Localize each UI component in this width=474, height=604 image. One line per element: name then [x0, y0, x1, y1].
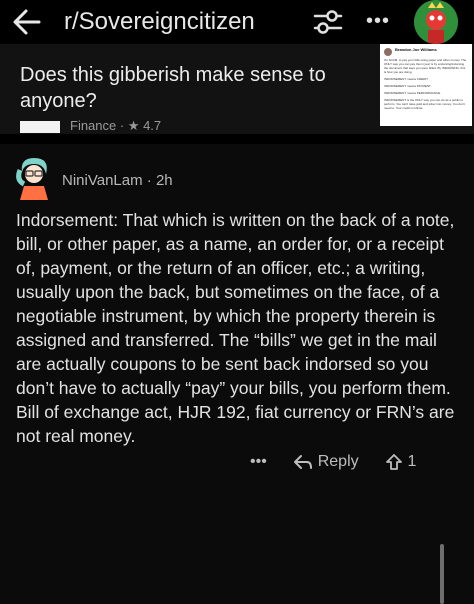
more-horizontal-icon[interactable]: •••: [366, 10, 390, 33]
subreddit-title[interactable]: r/Sovereigncitizen: [64, 8, 255, 36]
thumbnail-author: Brandon Joe Williams: [395, 47, 437, 52]
meta-separator: ·: [146, 172, 152, 189]
thumbnail-line: INDORSEMENT means CREDIT.: [384, 77, 429, 81]
thumbnail-line: It's SCAM, to pay your bills using paper…: [384, 58, 467, 74]
thumbnail-line: INDORSEMENT is the ONLY way you can do a…: [384, 98, 465, 110]
arrow-left-icon[interactable]: [12, 8, 42, 36]
thumbnail-avatar-icon: [384, 48, 392, 56]
post-title[interactable]: Does this gibberish make sense to anyone…: [20, 62, 370, 114]
thumbnail-line: INDORSEMENT means PERFORMANCE.: [384, 91, 441, 95]
post-thumbnail[interactable]: Brandon Joe Williams It's SCAM, to pay y…: [380, 44, 472, 126]
app-badge-icon: [20, 120, 60, 133]
comment-actions: ••• Reply 1: [250, 453, 416, 473]
post-meta: Finance · ★ 4.7: [20, 118, 380, 134]
pinned-post-card[interactable]: Does this gibberish make sense to anyone…: [0, 44, 474, 134]
thumbnail-line: INDORSEMENT means PAYMENT.: [384, 84, 432, 88]
commenter-avatar[interactable]: [14, 154, 54, 200]
thumbnail-text: It's SCAM, to pay your bills using paper…: [384, 58, 468, 110]
user-avatar[interactable]: [414, 0, 458, 44]
avatar-illustration-icon: [414, 0, 458, 44]
reply-button[interactable]: Reply: [318, 453, 359, 470]
reply-icon[interactable]: [293, 454, 313, 470]
section-divider: [0, 134, 474, 144]
top-bar: r/Sovereigncitizen •••: [0, 0, 474, 44]
upvote-icon[interactable]: [385, 453, 403, 471]
comment: NiniVanLam · 2h Indorsement: That which …: [0, 144, 474, 604]
post-meta-text: Finance · ★ 4.7: [70, 118, 162, 133]
scrollbar[interactable]: [440, 544, 444, 604]
comment-more-icon[interactable]: •••: [250, 453, 267, 470]
comment-body: Indorsement: That which is written on th…: [16, 210, 455, 446]
comment-author[interactable]: NiniVanLam: [62, 172, 143, 189]
comment-author-line: NiniVanLam · 2h: [62, 172, 173, 189]
comment-age: 2h: [155, 172, 173, 189]
sliders-icon[interactable]: [312, 8, 344, 36]
vote-count: 1: [407, 453, 417, 471]
